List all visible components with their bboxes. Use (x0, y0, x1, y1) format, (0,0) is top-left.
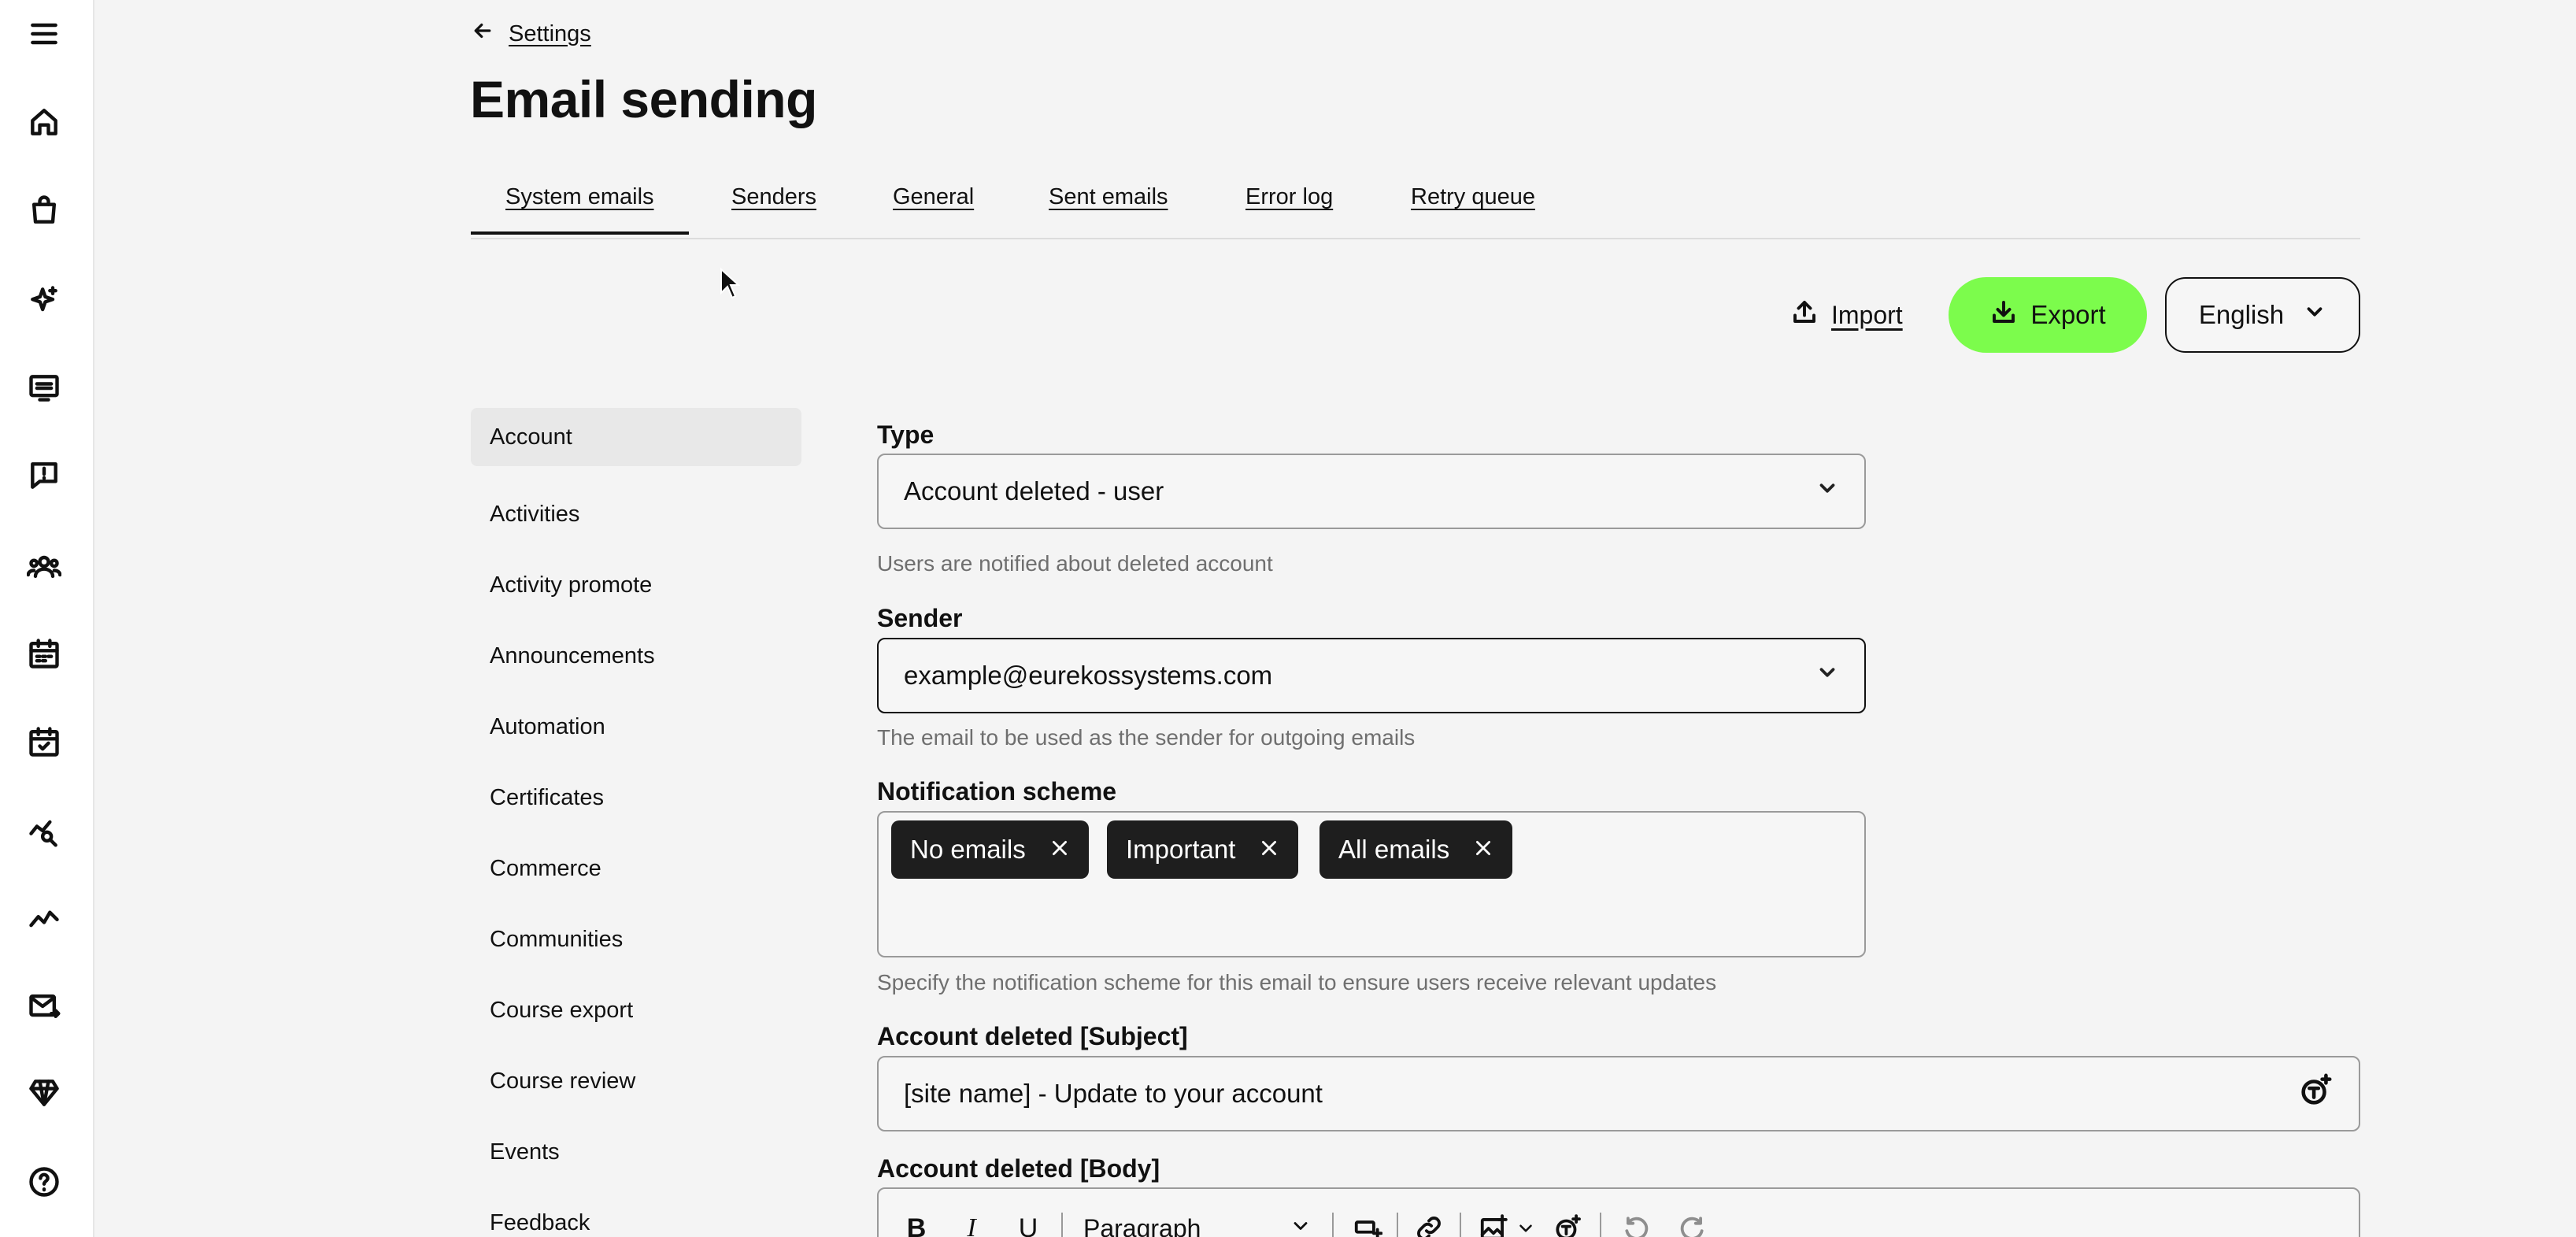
category-item[interactable]: Commerce (471, 833, 801, 904)
body-editor-toolbar: B I U Paragraph (877, 1187, 2360, 1237)
underline-button[interactable]: U (1012, 1206, 1044, 1237)
notification-help-text: Specify the notification scheme for this… (877, 970, 1717, 994)
insert-field-icon[interactable] (1348, 1206, 1387, 1237)
page-title: Email sending (470, 70, 817, 128)
diamond-icon[interactable] (24, 1072, 65, 1113)
toolbar-divider (1397, 1213, 1398, 1237)
category-item[interactable]: Announcements (471, 620, 801, 691)
export-button[interactable]: Export (1949, 277, 2147, 353)
tag-chip: Important (1107, 820, 1299, 879)
calendar-icon[interactable] (24, 633, 65, 674)
email-category-list: Account Activities Activity promote Anno… (471, 408, 801, 1237)
breadcrumb-settings-link[interactable]: Settings (509, 21, 591, 47)
home-icon[interactable] (24, 102, 65, 143)
block-format-value: Paragraph (1083, 1213, 1201, 1237)
tag-chip: All emails (1319, 820, 1513, 879)
close-icon[interactable] (1259, 835, 1279, 865)
chevron-down-icon (2303, 300, 2326, 330)
breadcrumb: Settings (471, 19, 591, 49)
insert-token-icon[interactable] (1548, 1206, 1587, 1237)
italic-button[interactable]: I (956, 1206, 987, 1237)
chart-search-icon[interactable] (24, 810, 65, 851)
category-item[interactable]: Events (471, 1117, 801, 1187)
chevron-down-icon (1815, 476, 1839, 506)
tag-label: All emails (1338, 835, 1450, 864)
tab-sent-emails[interactable]: Sent emails (1049, 184, 1168, 210)
category-item[interactable]: Certificates (471, 762, 801, 833)
tab-general[interactable]: General (893, 184, 974, 210)
body-label: Account deleted [Body] (877, 1154, 1160, 1183)
close-icon[interactable] (1049, 835, 1070, 865)
tab-error-log[interactable]: Error log (1245, 184, 1333, 210)
tab-retry-queue[interactable]: Retry queue (1411, 184, 1535, 210)
mouse-cursor-icon (720, 268, 740, 299)
chevron-down-icon (1815, 661, 1839, 691)
subject-input[interactable]: [site name] - Update to your account (877, 1056, 2360, 1131)
type-label: Type (877, 420, 935, 449)
toolbar-divider (1460, 1213, 1461, 1237)
tab-senders[interactable]: Senders (731, 184, 816, 210)
insert-token-icon[interactable] (2297, 1072, 2334, 1115)
menu-icon[interactable] (24, 13, 65, 54)
mail-send-icon[interactable] (24, 986, 65, 1027)
image-upload-icon[interactable] (1474, 1206, 1513, 1237)
import-label: Import (1831, 300, 1903, 329)
export-label: Export (2030, 300, 2106, 329)
category-item[interactable]: Feedback (471, 1187, 801, 1237)
notification-scheme-label: Notification scheme (877, 777, 1117, 806)
category-item[interactable]: Activities (471, 479, 801, 550)
category-item[interactable]: Communities (471, 904, 801, 975)
tab-bar: System emails Senders General Sent email… (471, 180, 2360, 239)
chevron-down-icon (1290, 1214, 1312, 1237)
tag-label: Important (1126, 835, 1236, 864)
undo-icon[interactable] (1617, 1206, 1656, 1237)
sender-select[interactable]: example@eurekossystems.com (877, 638, 1866, 713)
type-value: Account deleted - user (904, 476, 1164, 506)
shopping-bag-icon[interactable] (24, 190, 65, 231)
toolbar-divider (1332, 1213, 1334, 1237)
upload-icon (1790, 298, 1819, 332)
help-icon[interactable] (24, 1161, 65, 1202)
trend-line-icon[interactable] (24, 898, 65, 939)
tab-system-emails[interactable]: System emails (471, 184, 688, 235)
category-item[interactable]: Automation (471, 691, 801, 762)
category-item[interactable]: Course review (471, 1046, 801, 1117)
download-icon (1989, 298, 2018, 332)
chat-alert-icon[interactable] (24, 455, 65, 496)
subject-label: Account deleted [Subject] (877, 1022, 1188, 1050)
language-value: English (2198, 300, 2285, 329)
category-item[interactable]: Activity promote (471, 550, 801, 620)
category-item-account[interactable]: Account (471, 408, 801, 466)
sparkles-icon[interactable] (24, 280, 65, 321)
language-select[interactable]: English (2165, 277, 2360, 353)
subject-value: [site name] - Update to your account (904, 1079, 1323, 1108)
link-icon[interactable] (1409, 1206, 1449, 1237)
import-button[interactable]: Import (1790, 298, 1903, 332)
tag-label: No emails (910, 835, 1026, 864)
sender-label: Sender (877, 604, 963, 632)
notification-scheme-input[interactable]: No emails Important All emails (877, 811, 1866, 957)
tag-chip: No emails (891, 820, 1089, 879)
category-item[interactable]: Course export (471, 975, 801, 1046)
icon-rail (0, 0, 94, 1237)
calendar-check-icon[interactable] (24, 721, 65, 762)
monitor-icon[interactable] (24, 368, 65, 409)
arrow-left-icon[interactable] (471, 19, 494, 49)
redo-icon[interactable] (1672, 1206, 1712, 1237)
type-select[interactable]: Account deleted - user (877, 454, 1866, 529)
close-icon[interactable] (1473, 835, 1493, 865)
toolbar-divider (1061, 1213, 1063, 1237)
block-format-select[interactable]: Paragraph (1083, 1206, 1312, 1237)
chevron-down-icon[interactable] (1513, 1206, 1538, 1237)
toolbar-divider (1600, 1213, 1601, 1237)
sender-value: example@eurekossystems.com (904, 661, 1273, 690)
sender-help-text: The email to be used as the sender for o… (877, 725, 1416, 750)
users-icon[interactable] (24, 546, 65, 587)
bold-button[interactable]: B (901, 1206, 932, 1237)
type-help-text: Users are notified about deleted account (877, 551, 1273, 576)
